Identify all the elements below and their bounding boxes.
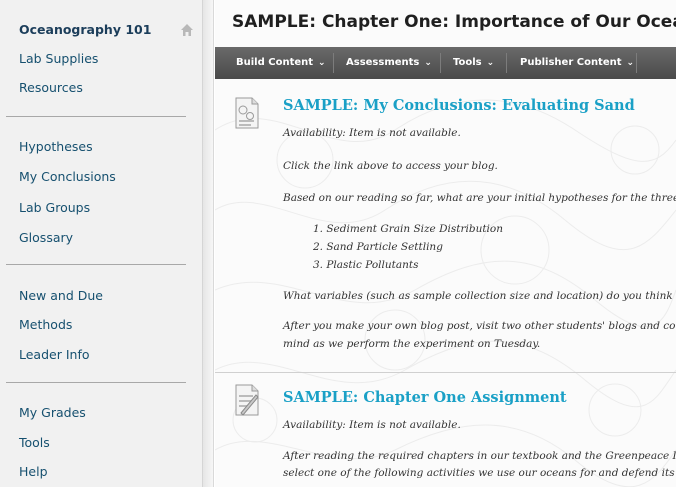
sidebar-item-lab-groups[interactable]: Lab Groups	[19, 200, 90, 215]
item-text: mind as we perform the experiment on Tue…	[283, 338, 541, 350]
item-text: select one of the following activities w…	[283, 467, 676, 479]
item-availability: Availability: Item is not available.	[283, 419, 461, 431]
item-divider	[215, 372, 676, 373]
list-item: 1. Sediment Grain Size Distribution	[313, 223, 503, 235]
sidebar-item-methods[interactable]: Methods	[19, 317, 72, 332]
item-text: Click the link above to access your blog…	[283, 160, 498, 172]
sidebar-item-glossary[interactable]: Glossary	[19, 230, 73, 245]
course-menu: Oceanography 101 Lab Supplies Resources …	[0, 0, 203, 487]
sidebar-item-help[interactable]: Help	[19, 464, 48, 479]
sidebar-item-tools[interactable]: Tools	[19, 435, 50, 450]
sidebar-divider	[6, 382, 186, 383]
item-availability: Availability: Item is not available.	[283, 127, 461, 139]
list-item: 3. Plastic Pollutants	[313, 259, 419, 271]
sidebar-item-leader-info[interactable]: Leader Info	[19, 347, 90, 362]
blog-icon	[235, 97, 259, 129]
sidebar-divider	[6, 116, 186, 117]
menu-collapse-handle[interactable]	[203, 0, 214, 487]
item-text: After you make your own blog post, visit…	[283, 320, 676, 332]
assignment-icon	[235, 384, 259, 416]
sidebar-item-lab-supplies[interactable]: Lab Supplies	[19, 51, 98, 66]
content-area: SAMPLE: Chapter One: Importance of Our O…	[215, 0, 676, 487]
sidebar-item-new-and-due[interactable]: New and Due	[19, 288, 103, 303]
sidebar-item-my-grades[interactable]: My Grades	[19, 405, 86, 420]
item-title-link[interactable]: SAMPLE: Chapter One Assignment	[283, 389, 567, 406]
sidebar-item-resources[interactable]: Resources	[19, 80, 83, 95]
home-icon[interactable]	[180, 23, 194, 37]
item-text: Based on our reading so far, what are yo…	[283, 192, 676, 204]
content-list: SAMPLE: My Conclusions: Evaluating Sand …	[215, 0, 676, 487]
sidebar-item-my-conclusions[interactable]: My Conclusions	[19, 169, 116, 184]
sidebar-item-hypotheses[interactable]: Hypotheses	[19, 139, 93, 154]
item-text: After reading the required chapters in o…	[283, 450, 676, 462]
course-title[interactable]: Oceanography 101	[19, 22, 151, 37]
item-text: What variables (such as sample collectio…	[283, 290, 676, 302]
item-title-link[interactable]: SAMPLE: My Conclusions: Evaluating Sand	[283, 97, 635, 114]
sidebar-divider	[6, 264, 186, 265]
list-item: 2. Sand Particle Settling	[313, 241, 443, 253]
